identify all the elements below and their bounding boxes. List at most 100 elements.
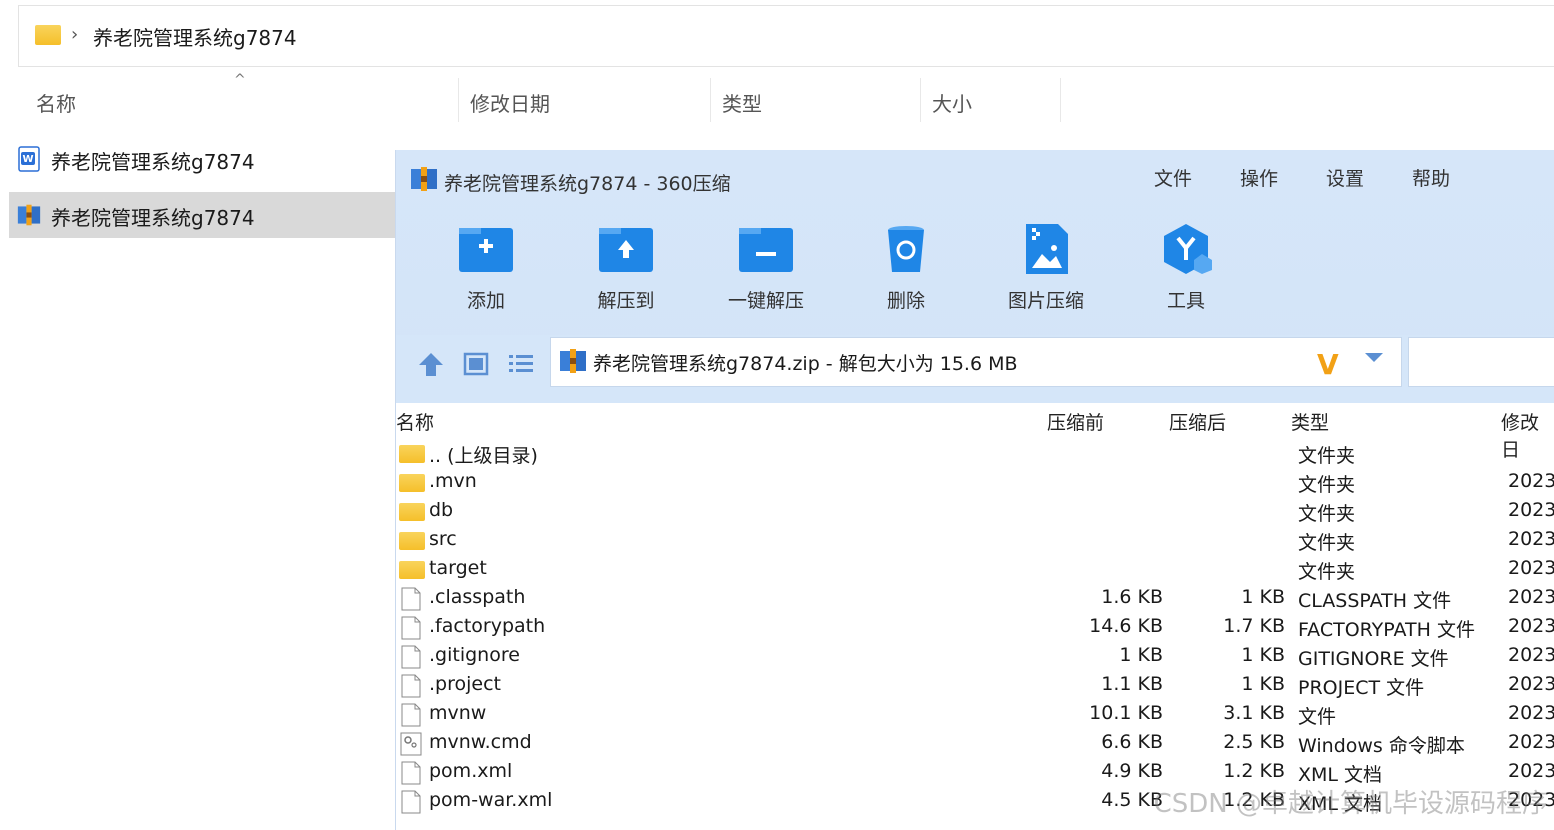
dropdown-arrow-icon[interactable]	[1365, 353, 1383, 362]
tools-button[interactable]: 工具	[1131, 222, 1241, 312]
file-name: 养老院管理系统g7874	[51, 206, 255, 230]
item-name: mvnw	[429, 702, 487, 724]
folder-icon	[399, 561, 425, 579]
item-type: CLASSPATH 文件	[1298, 590, 1452, 612]
column-divider[interactable]	[710, 78, 711, 122]
delete-button[interactable]: 删除	[851, 222, 961, 312]
list-item[interactable]: target 文件夹 2023-	[396, 556, 1554, 585]
list-item[interactable]: mvnw 10.1 KB 3.1 KB 文件 2023-	[396, 701, 1554, 730]
item-date: 2023-	[1508, 760, 1554, 782]
item-name: .factorypath	[429, 615, 546, 637]
image-compress-button[interactable]: 图片压缩	[991, 222, 1101, 312]
zip-toolbar-area: 养老院管理系统g7874 - 360压缩 文件 操作 设置 帮助 添加 解压到	[396, 150, 1554, 403]
file-icon	[401, 790, 421, 814]
item-size-before: 14.6 KB	[1089, 615, 1163, 637]
menu-file[interactable]: 文件	[1154, 164, 1192, 191]
item-name: pom.xml	[429, 760, 513, 782]
file-icon	[401, 674, 421, 698]
file-icon	[401, 587, 421, 611]
item-date: 2023-	[1508, 499, 1554, 521]
item-size-before: 10.1 KB	[1089, 702, 1163, 724]
add-button[interactable]: 添加	[431, 222, 541, 312]
item-type: 文件夹	[1298, 445, 1356, 467]
item-name: .classpath	[429, 586, 526, 608]
column-header-type[interactable]: 类型	[1291, 408, 1329, 435]
column-header-name[interactable]: 名称	[396, 408, 434, 435]
column-header-before[interactable]: 压缩前	[1047, 408, 1104, 435]
item-date: 2023-	[1508, 557, 1554, 579]
column-header-size[interactable]: 大小	[932, 88, 972, 117]
item-size-after: 1 KB	[1241, 644, 1285, 666]
zip-archive-icon	[17, 204, 41, 226]
item-type: GITIGNORE 文件	[1298, 648, 1449, 670]
recycle-bin-icon	[888, 226, 924, 272]
address-path[interactable]: 养老院管理系统g7874	[93, 22, 297, 51]
one-click-extract-button[interactable]: 一键解压	[711, 222, 821, 312]
item-size-before: 1.6 KB	[1101, 586, 1163, 608]
list-item[interactable]: .mvn 文件夹 2023-	[396, 469, 1554, 498]
item-name: .mvn	[429, 470, 477, 492]
chevron-right-icon[interactable]: ›	[71, 24, 78, 45]
menu-operation[interactable]: 操作	[1240, 164, 1278, 191]
column-header-after[interactable]: 压缩后	[1169, 408, 1226, 435]
add-file-icon	[459, 228, 513, 272]
item-size-before: 4.9 KB	[1101, 760, 1163, 782]
item-type: 文件夹	[1298, 532, 1356, 554]
menu-help[interactable]: 帮助	[1412, 164, 1450, 191]
item-date: 2023-	[1508, 702, 1554, 724]
file-row-selected[interactable]: 养老院管理系统g7874	[9, 192, 395, 238]
item-size-before: 6.6 KB	[1101, 731, 1163, 753]
item-size-after: 2.5 KB	[1223, 731, 1285, 753]
address-bar[interactable]: › 养老院管理系统g7874	[18, 5, 1554, 67]
menu-settings[interactable]: 设置	[1326, 164, 1364, 191]
item-name: .project	[429, 673, 501, 695]
item-name: mvnw.cmd	[429, 731, 532, 753]
item-size-before: 1.1 KB	[1101, 673, 1163, 695]
delete-label: 删除	[886, 290, 925, 312]
list-item[interactable]: src 文件夹 2023-	[396, 527, 1554, 556]
up-arrow-icon[interactable]	[416, 349, 446, 379]
column-header-type[interactable]: 类型	[722, 88, 762, 117]
word-doc-icon: W	[18, 146, 40, 172]
v-logo-icon[interactable]: V	[1317, 348, 1339, 381]
one-click-folder-icon	[739, 228, 793, 272]
list-item[interactable]: .factorypath 14.6 KB 1.7 KB FACTORYPATH 文件 2…	[396, 614, 1554, 643]
list-item[interactable]: db 文件夹 2023-	[396, 498, 1554, 527]
zip-window: 养老院管理系统g7874 - 360压缩 文件 操作 设置 帮助 添加 解压到	[395, 150, 1554, 830]
file-row[interactable]: W 养老院管理系统g7874	[9, 136, 395, 182]
list-item[interactable]: mvnw.cmd 6.6 KB 2.5 KB Windows 命令脚本 2023-	[396, 730, 1554, 759]
item-type: Windows 命令脚本	[1298, 735, 1465, 757]
column-divider[interactable]	[1060, 78, 1061, 122]
item-date: 2023-	[1508, 470, 1554, 492]
item-date: 2023-	[1508, 731, 1554, 753]
image-zip-icon	[1026, 224, 1068, 274]
folder-icon	[399, 445, 425, 463]
list-item[interactable]: .project 1.1 KB 1 KB PROJECT 文件 2023-	[396, 672, 1554, 701]
column-divider[interactable]	[458, 78, 459, 122]
column-header-date[interactable]: 修改日期	[470, 88, 550, 117]
list-item[interactable]: .gitignore 1 KB 1 KB GITIGNORE 文件 2023-	[396, 643, 1554, 672]
item-size-after: 1 KB	[1241, 586, 1285, 608]
item-type: 文件夹	[1298, 503, 1356, 525]
column-header-name[interactable]: 名称	[36, 88, 76, 117]
thumbnail-view-icon[interactable]	[461, 349, 491, 379]
image-compress-label: 图片压缩	[1007, 290, 1084, 312]
folder-icon	[399, 532, 425, 550]
list-view-icon[interactable]	[506, 349, 536, 379]
item-size-after: 1.7 KB	[1223, 615, 1285, 637]
sort-up-icon: ^	[234, 72, 246, 88]
column-divider[interactable]	[920, 78, 921, 122]
item-size-before: 1 KB	[1119, 644, 1163, 666]
item-name: pom-war.xml	[429, 789, 553, 811]
file-icon	[401, 645, 421, 669]
extract-to-button[interactable]: 解压到	[571, 222, 681, 312]
navigation-bar: 养老院管理系统g7874.zip - 解包大小为 15.6 MB V	[396, 335, 1554, 403]
list-item[interactable]: .classpath 1.6 KB 1 KB CLASSPATH 文件 2023-	[396, 585, 1554, 614]
search-input[interactable]	[1408, 337, 1554, 387]
gear-script-icon	[400, 732, 422, 756]
watermark: CSDN @卓越计算机毕设源码程序	[1153, 789, 1548, 819]
list-item[interactable]: .. (上级目录) 文件夹	[396, 440, 1554, 469]
archive-path-box[interactable]: 养老院管理系统g7874.zip - 解包大小为 15.6 MB V	[550, 337, 1402, 387]
zip-archive-icon	[411, 167, 437, 191]
folder-icon	[399, 474, 425, 492]
